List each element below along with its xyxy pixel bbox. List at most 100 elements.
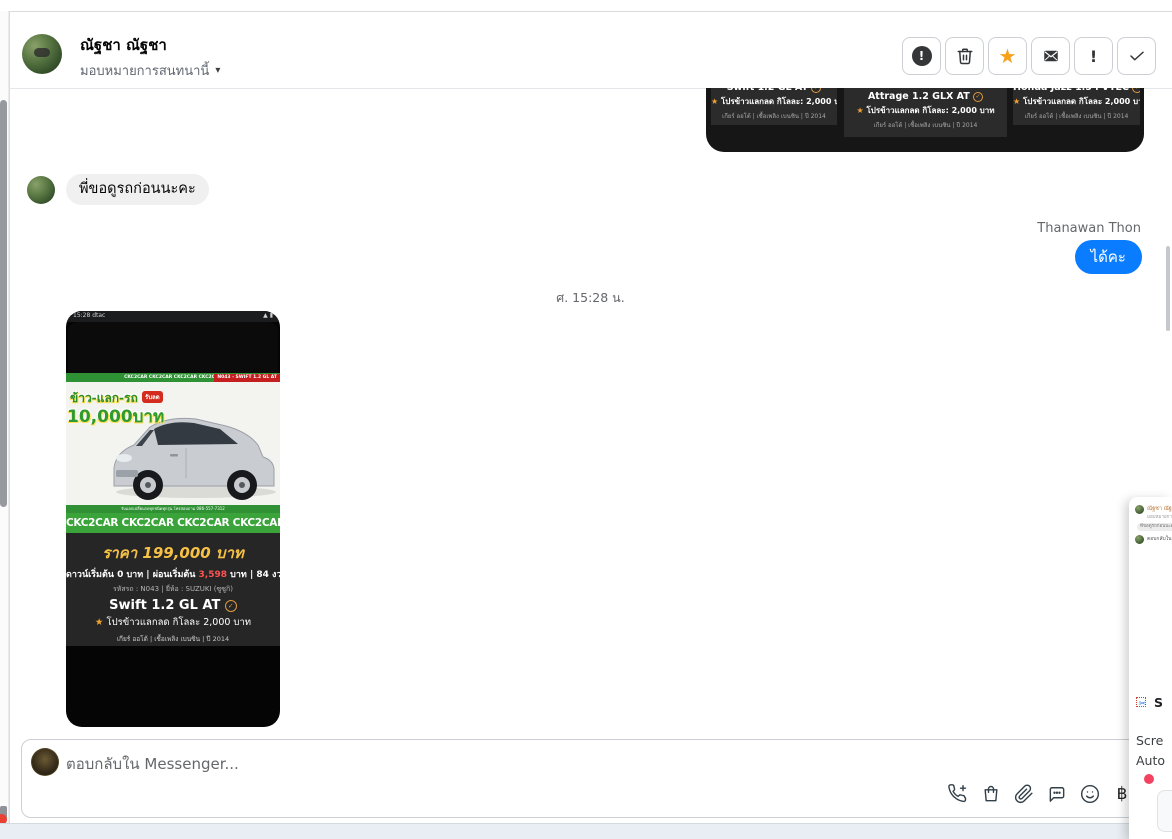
toast-body-line1: Scre	[1136, 733, 1164, 748]
mark-done-button[interactable]	[1117, 37, 1156, 75]
collage-card-specs: เกียร์ ออโต้ | เชื้อเพลิง เบนซิน | ปี 20…	[873, 122, 978, 129]
toast-thumbnail-row2: ตอบกลับใน Messenger	[1135, 535, 1172, 544]
collage-card-specs: เกียร์ ออโต้ | เชื้อเพลิง เบนซิน | ปี 20…	[1024, 113, 1129, 120]
phone-plus-icon	[948, 784, 967, 803]
messenger-inbox-screen: ณัฐชา ณัฐชา มอบหมายการสนทนานี้ ▾ ! ★ ! S…	[0, 0, 1172, 839]
ad-code-line: รหัสรถ : N043 | ยี่ห้อ : SUZUKI (ซูซูกิ)	[112, 585, 234, 593]
check-badge-icon: ✓	[973, 92, 984, 102]
ad-model-name: Swift 1.2 GL AT ✓	[66, 598, 280, 613]
collage-card-promo: โปรข้าวแลกลด กิโลละ 2,000 บาท	[1022, 97, 1140, 106]
ad-info-panel: ราคา 199,000 บาท ดาวน์เริ่มต้น 0 บาท | ผ…	[66, 533, 280, 646]
collage-card-promo: โปรข้าวแลกลด กิโลละ: 2,000 บาท	[720, 97, 837, 106]
promo-text: โปรข้าวแลกลด กิโลละ 2,000 บาท	[106, 617, 252, 628]
ad-car-photo: ข้าว-แลก-รถ รับลด 10,000บาท	[66, 382, 280, 505]
page-avatar	[31, 748, 59, 776]
snipping-tool-icon: ✂	[1136, 696, 1148, 709]
envelope-icon	[1043, 50, 1058, 62]
check-badge-icon: ✓	[1132, 88, 1140, 93]
ad-ticker-band: CKC2CAR CKC2CAR CKC2CAR CKC2CAR CKC2CAR …	[66, 513, 280, 533]
ad-promo-line: ★ โปรข้าวแลกลด กิโลละ 2,000 บาท	[66, 615, 280, 630]
collage-card-title: Swift 1.2 GL AT	[727, 88, 808, 93]
emoji-button[interactable]	[1078, 783, 1102, 805]
screenshot-toast[interactable]: ณัฐชา ณัฐชา มอบหมายการสนทนานี้ พี่ขอดูรถ…	[1129, 497, 1172, 839]
thumb-sub: มอบหมายการสนทนานี้	[1147, 515, 1172, 520]
reply-container	[21, 739, 1147, 818]
trash-icon	[957, 48, 972, 65]
ad-promo-line2: 10,000บาท	[67, 407, 165, 427]
collage-card-middle: Attrage 1.2 GLX AT ✓ ★ โปรข้าวแลกลด กิโล…	[844, 88, 1007, 137]
car-ad-image-message[interactable]: 15:28 dtac ▲ ▮ CKC2CAR CKC2CAR CKC2CAR C…	[66, 311, 280, 727]
check-badge-icon: ✓	[811, 88, 822, 93]
ad-price: ราคา 199,000 บาท	[102, 544, 244, 562]
ad-specs-line: เกียร์ ออโต้ | เชื้อเพลิง เบนซิน | ปี 20…	[116, 635, 230, 643]
notification-badge	[1144, 774, 1154, 784]
finance-post: บาท | 84 งวด	[230, 570, 280, 580]
contact-avatar-small	[27, 176, 55, 204]
incoming-message-bubble: พี่ขอดูรถก่อนนะคะ	[66, 174, 209, 205]
thumb-bubble: พี่ขอดูรถก่อนนะคะ	[1137, 523, 1172, 531]
finance-highlight: 3,598	[198, 570, 227, 580]
ad-promo-badge: รับลด	[142, 391, 163, 403]
star-icon: ★	[856, 106, 864, 115]
bottom-window-strip	[0, 823, 1172, 839]
toast-action-button[interactable]	[1157, 790, 1172, 832]
collage-card-specs: เกียร์ ออโต้ | เชื้อเพลิง เบนซิน | ปี 20…	[722, 113, 826, 120]
star-icon: ★	[998, 44, 1017, 68]
paperclip-icon	[1014, 784, 1033, 804]
reply-input[interactable]: ตอบกลับใน Messenger...	[66, 752, 239, 776]
saved-replies-button[interactable]	[1045, 783, 1069, 805]
collage-card-left: Swift 1.2 GL AT ✓ ★ โปรข้าวแลกลด กิโลละ:…	[711, 88, 837, 125]
thumb-text: ตอบกลับใน Messenger	[1147, 536, 1172, 542]
delete-button[interactable]	[945, 37, 984, 75]
left-scrollbar-thumb[interactable]	[0, 100, 7, 507]
exclamation-icon: !	[1089, 46, 1098, 66]
flag-important-button[interactable]: !	[1074, 37, 1113, 75]
ad-corner-tag: N043 - SWIFT 1.2 GL AT	[214, 374, 280, 382]
toast-body-line2: Auto	[1136, 753, 1166, 768]
avatar	[1135, 535, 1144, 544]
chevron-down-icon: ▾	[215, 65, 221, 76]
check-badge-icon: ✓	[224, 600, 237, 612]
collage-card-title: Attrage 1.2 GLX AT	[867, 91, 970, 102]
shop-button[interactable]	[979, 783, 1003, 805]
toast-title-row: ✂ S	[1136, 695, 1163, 710]
ad-finance-line: ดาวน์เริ่มต้น 0 บาท | ผ่อนเริ่มต้น 3,598…	[66, 567, 280, 581]
star-icon: ★	[1013, 97, 1021, 106]
collage-card-title: Honda Jazz 1.5 i-VTEC	[1013, 88, 1129, 93]
mark-unread-button[interactable]	[1031, 37, 1070, 75]
assign-conversation-label: มอบหมายการสนทนานี้	[80, 64, 210, 79]
model-text: Swift 1.2 GL AT	[109, 598, 221, 613]
timestamp: ศ. 15:28 น.	[556, 290, 625, 305]
report-button[interactable]: !	[902, 37, 941, 75]
scissors-icon: ✂	[1139, 698, 1146, 708]
ad-black-header	[68, 322, 278, 373]
toast-thumbnail-row1: ณัฐชา ณัฐชา มอบหมายการสนทนานี้	[1135, 505, 1172, 520]
smiley-icon	[1080, 784, 1100, 804]
status-icons: ▲ ▮	[263, 312, 273, 319]
shopping-bag-icon	[984, 785, 998, 802]
assign-conversation-dropdown[interactable]: มอบหมายการสนทนานี้ ▾	[80, 60, 220, 81]
check-icon	[1129, 51, 1144, 61]
contact-avatar[interactable]	[22, 34, 62, 74]
collage-card-right: Honda Jazz 1.5 i-VTEC ✓ ★ โปรข้าวแลกลด ก…	[1013, 88, 1140, 125]
toast-title: S	[1154, 695, 1164, 710]
outgoing-message-bubble: ได้คะ	[1074, 240, 1142, 274]
collage-card-promo: โปรข้าวแลกลด กิโลละ: 2,000 บาท	[866, 106, 995, 115]
star-button[interactable]: ★	[988, 37, 1027, 75]
star-icon: ★	[94, 617, 104, 628]
car-collage-image-message[interactable]: Swift 1.2 GL AT ✓ ★ โปรข้าวแลกลด กิโลละ:…	[706, 88, 1144, 152]
finance-pre: ดาวน์เริ่มต้น 0 บาท | ผ่อนเริ่มต้น	[66, 570, 199, 580]
baht-icon: ฿	[1116, 784, 1128, 804]
call-button[interactable]	[946, 783, 970, 805]
ad-contact-line: รับแลกเปลี่ยนรถทุกชนิดทุกรุ่น โทรสอบถาม …	[66, 505, 280, 513]
status-time: 15:28 dtac	[73, 312, 106, 319]
contact-name: ณัฐชา ณัฐชา	[80, 36, 167, 54]
phone-status-bar: 15:28 dtac ▲ ▮	[66, 311, 280, 322]
attach-button[interactable]	[1012, 783, 1036, 805]
thumb-name: ณัฐชา ณัฐชา	[1147, 506, 1172, 512]
avatar	[1135, 505, 1144, 514]
comment-dots-icon	[1049, 787, 1065, 802]
report-icon: !	[911, 46, 932, 66]
sender-label: Thanawan Thon	[1037, 221, 1141, 236]
star-icon: ★	[711, 97, 719, 106]
